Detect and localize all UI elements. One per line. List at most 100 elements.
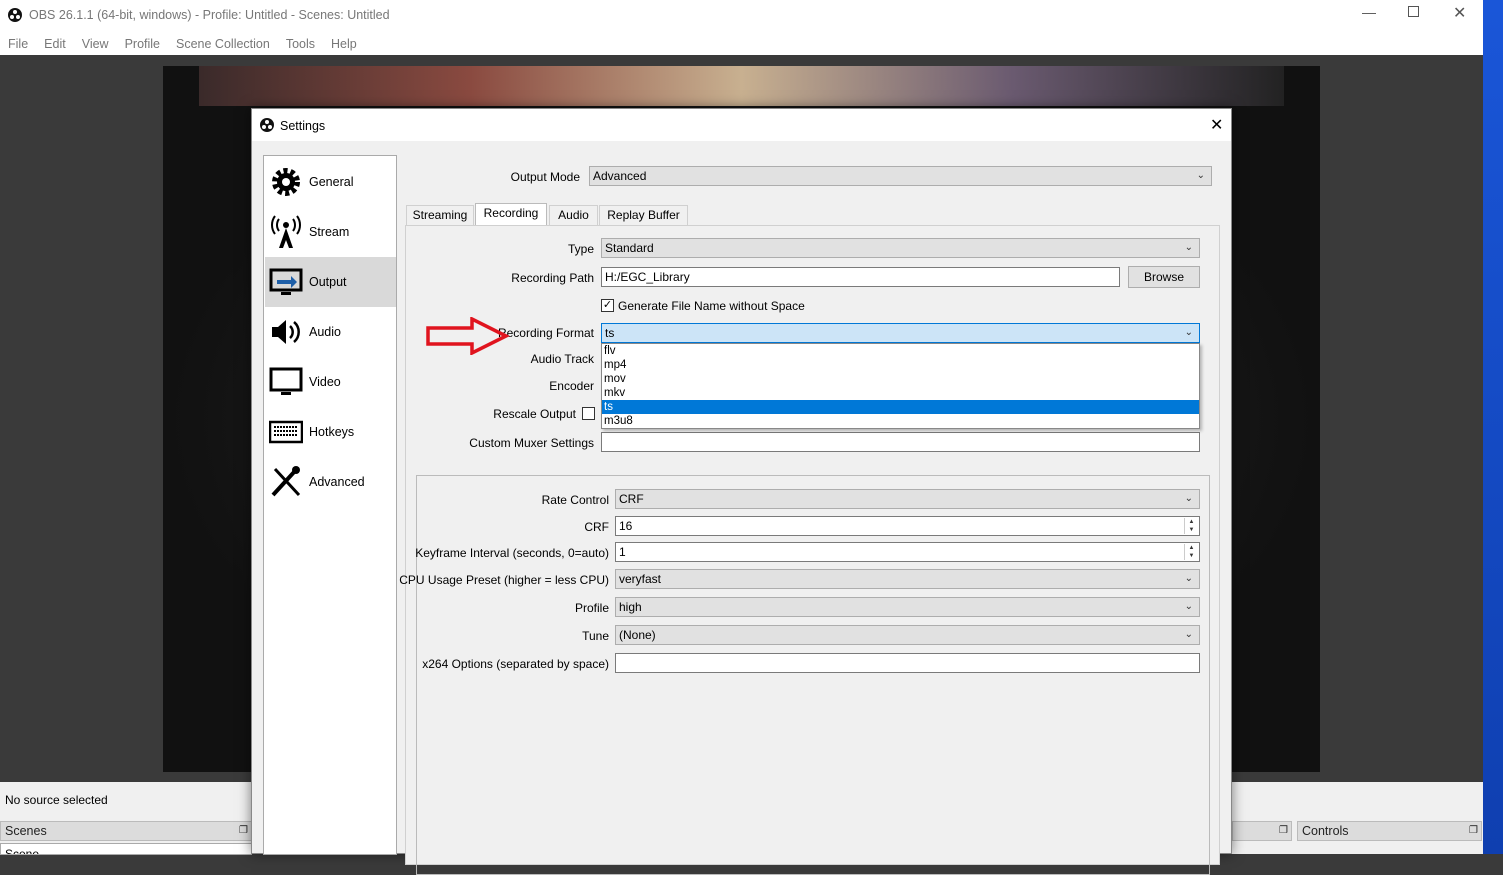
menu-view[interactable]: View xyxy=(82,30,109,55)
profile-value: high xyxy=(619,600,642,614)
format-option-m3u8[interactable]: m3u8 xyxy=(602,414,1199,428)
rescale-output-checkbox[interactable] xyxy=(582,407,595,420)
crf-input[interactable]: 16 ▲ ▼ xyxy=(615,516,1200,536)
sidebar-item-output[interactable]: Output xyxy=(265,257,396,307)
chevron-down-icon: ⌄ xyxy=(1184,573,1193,584)
scene-list-header: Scene xyxy=(0,843,252,855)
format-option-ts[interactable]: ts xyxy=(602,400,1199,414)
sidebar-item-hotkeys[interactable]: Hotkeys xyxy=(265,407,396,457)
spinner-arrows-icon[interactable]: ▲ ▼ xyxy=(1184,544,1198,560)
window-title: OBS 26.1.1 (64-bit, windows) - Profile: … xyxy=(29,8,390,22)
tab-replay-buffer[interactable]: Replay Buffer xyxy=(599,205,688,225)
menu-help[interactable]: Help xyxy=(331,30,357,55)
settings-dialog: Settings ✕ General Stream Output Audio V… xyxy=(251,108,1232,875)
format-option-mov[interactable]: mov xyxy=(602,372,1199,386)
menu-file[interactable]: File xyxy=(8,30,28,55)
recording-path-input[interactable]: H:/EGC_Library xyxy=(601,267,1120,287)
sidebar-label: Advanced xyxy=(309,475,365,489)
tune-select[interactable]: (None) ⌄ xyxy=(615,625,1200,645)
format-option-mkv[interactable]: mkv xyxy=(602,386,1199,400)
keyframe-interval-seconds-0-auto-label: Keyframe Interval (seconds, 0=auto) xyxy=(415,546,609,560)
chevron-down-icon: ⌄ xyxy=(1184,601,1193,612)
menu-scene-collection[interactable]: Scene Collection xyxy=(176,30,270,55)
tab-streaming[interactable]: Streaming xyxy=(406,205,474,225)
type-value: Standard xyxy=(605,241,654,255)
gear-icon xyxy=(272,168,300,196)
sidebar-item-stream[interactable]: Stream xyxy=(265,207,396,257)
recording-format-value: ts xyxy=(605,326,615,340)
monitor-arrow-icon xyxy=(269,268,303,295)
keyframe-interval-seconds-0-auto-input[interactable]: 1 ▲ ▼ xyxy=(615,542,1200,562)
recording-path-label: Recording Path xyxy=(511,271,594,285)
cpu-usage-preset-higher-less-cpu-select[interactable]: veryfast ⌄ xyxy=(615,569,1200,589)
obs-logo-icon xyxy=(8,8,22,22)
settings-sidebar: General Stream Output Audio Video Hotkey… xyxy=(263,155,397,855)
cpu-usage-preset-higher-less-cpu-value: veryfast xyxy=(619,572,662,586)
format-option-mp4[interactable]: mp4 xyxy=(602,358,1199,372)
crf-value: 16 xyxy=(619,519,633,533)
dialog-title-bar: Settings ✕ xyxy=(252,109,1231,141)
sidebar-item-audio[interactable]: Audio xyxy=(265,307,396,357)
sidebar-item-general[interactable]: General xyxy=(265,157,396,207)
format-option-flv[interactable]: flv xyxy=(602,344,1199,358)
sidebar-label: General xyxy=(309,175,354,189)
undock-icon[interactable]: ❐ xyxy=(1469,822,1478,840)
undock-icon[interactable]: ❐ xyxy=(1279,822,1288,840)
output-mode-label: Output Mode xyxy=(510,170,580,184)
title-bar: OBS 26.1.1 (64-bit, windows) - Profile: … xyxy=(0,0,1483,30)
encoder-settings-group: Rate Control CRF ⌄ CRF 16 ▲ ▼ Keyframe Interval… xyxy=(399,475,1210,875)
sidebar-item-advanced[interactable]: Advanced xyxy=(265,457,396,507)
tune-value: (None) xyxy=(619,628,656,642)
spinner-arrows-icon[interactable]: ▲ ▼ xyxy=(1184,518,1198,534)
recording-format-select[interactable]: ts ⌄ xyxy=(601,323,1200,343)
scenes-dock-title: Scenes xyxy=(5,824,47,838)
menu-bar: File Edit View Profile Scene Collection … xyxy=(0,30,1483,55)
crf-label: CRF xyxy=(584,520,609,534)
obs-logo-icon xyxy=(260,118,274,132)
controls-dock-title: Controls xyxy=(1302,824,1349,838)
keyframe-interval-seconds-0-auto-value: 1 xyxy=(619,545,626,559)
sidebar-label: Audio xyxy=(309,325,341,339)
browse-button[interactable]: Browse xyxy=(1128,266,1200,288)
rate-control-select[interactable]: CRF ⌄ xyxy=(615,489,1200,509)
scenes-dock-header: Scenes ❐ xyxy=(0,821,252,841)
speaker-icon xyxy=(272,320,300,344)
tab-audio[interactable]: Audio xyxy=(549,205,598,225)
type-label: Type xyxy=(567,242,594,256)
controls-dock-header: Controls ❐ xyxy=(1297,821,1482,841)
tab-recording[interactable]: Recording xyxy=(475,203,547,226)
menu-profile[interactable]: Profile xyxy=(125,30,160,55)
menu-tools[interactable]: Tools xyxy=(286,30,315,55)
monitor-icon xyxy=(269,367,303,395)
rate-control-label: Rate Control xyxy=(541,493,609,507)
rescale-output-label: Rescale Output xyxy=(493,407,576,421)
dialog-close-button[interactable]: ✕ xyxy=(1210,115,1223,135)
output-mode-select[interactable]: Advanced ⌄ xyxy=(589,166,1212,186)
sidebar-label: Stream xyxy=(309,225,350,239)
rate-control-value: CRF xyxy=(619,492,644,506)
chevron-down-icon: ⌄ xyxy=(1184,242,1193,253)
cpu-usage-preset-higher-less-cpu-label: CPU Usage Preset (higher = less CPU) xyxy=(399,573,609,587)
output-mode-value: Advanced xyxy=(593,169,647,183)
chevron-down-icon: ⌄ xyxy=(1184,493,1193,504)
red-arrow-annotation xyxy=(426,317,510,355)
recording-format-label: Recording Format xyxy=(497,326,594,340)
source-status: No source selected xyxy=(5,793,108,807)
recording-tab-pane: Type Standard ⌄ Recording Path H:/EGC_Lib… xyxy=(399,225,1220,875)
sidebar-item-video[interactable]: Video xyxy=(265,357,396,407)
sidebar-label: Output xyxy=(309,275,347,289)
undock-icon[interactable]: ❐ xyxy=(239,822,248,840)
custom-muxer-label: Custom Muxer Settings xyxy=(469,436,594,450)
custom-muxer-input[interactable] xyxy=(601,432,1200,452)
minimize-button[interactable]: — xyxy=(1362,4,1376,20)
tools-icon xyxy=(271,466,301,497)
menu-edit[interactable]: Edit xyxy=(44,30,66,55)
type-select[interactable]: Standard ⌄ xyxy=(601,238,1200,258)
close-button[interactable]: ✕ xyxy=(1453,3,1466,23)
x264-options-separated-by-space-input[interactable] xyxy=(615,653,1200,673)
antenna-icon xyxy=(271,215,301,248)
generate-filename-checkbox[interactable]: ✓ xyxy=(601,299,614,312)
profile-label: Profile xyxy=(574,601,609,615)
maximize-button[interactable] xyxy=(1408,6,1419,17)
profile-select[interactable]: high ⌄ xyxy=(615,597,1200,617)
